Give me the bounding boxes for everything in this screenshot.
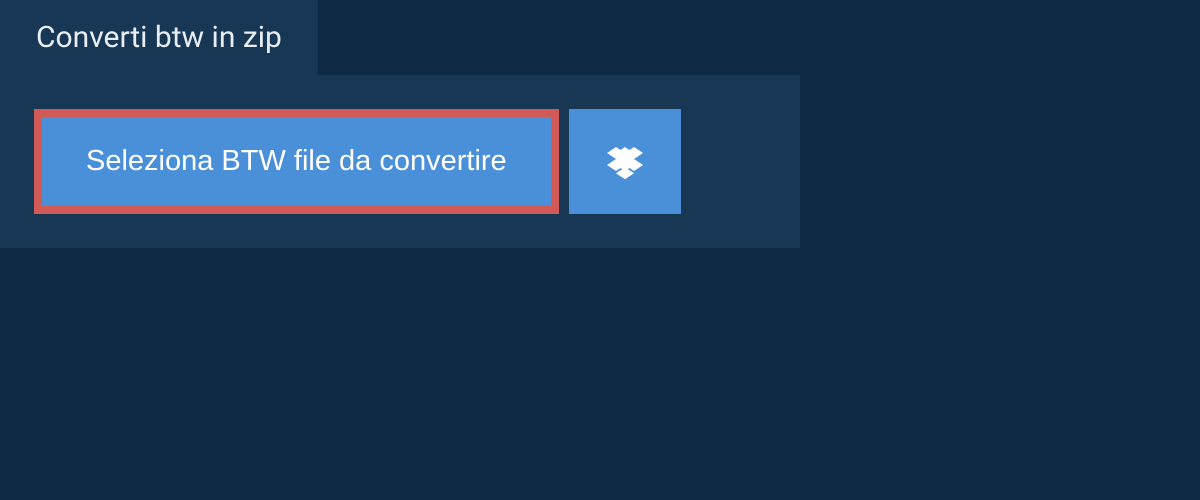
action-row: Seleziona BTW file da convertire xyxy=(34,109,766,214)
select-file-highlight: Seleziona BTW file da convertire xyxy=(34,109,559,214)
tab-convert[interactable]: Converti btw in zip xyxy=(0,0,318,75)
select-file-button[interactable]: Seleziona BTW file da convertire xyxy=(42,117,551,206)
content-panel: Seleziona BTW file da convertire xyxy=(0,75,800,248)
tab-label: Converti btw in zip xyxy=(36,20,282,55)
select-file-label: Seleziona BTW file da convertire xyxy=(86,145,507,177)
tab-bar: Converti btw in zip xyxy=(0,0,1200,75)
dropbox-button[interactable] xyxy=(569,109,681,214)
dropbox-icon xyxy=(607,144,643,180)
